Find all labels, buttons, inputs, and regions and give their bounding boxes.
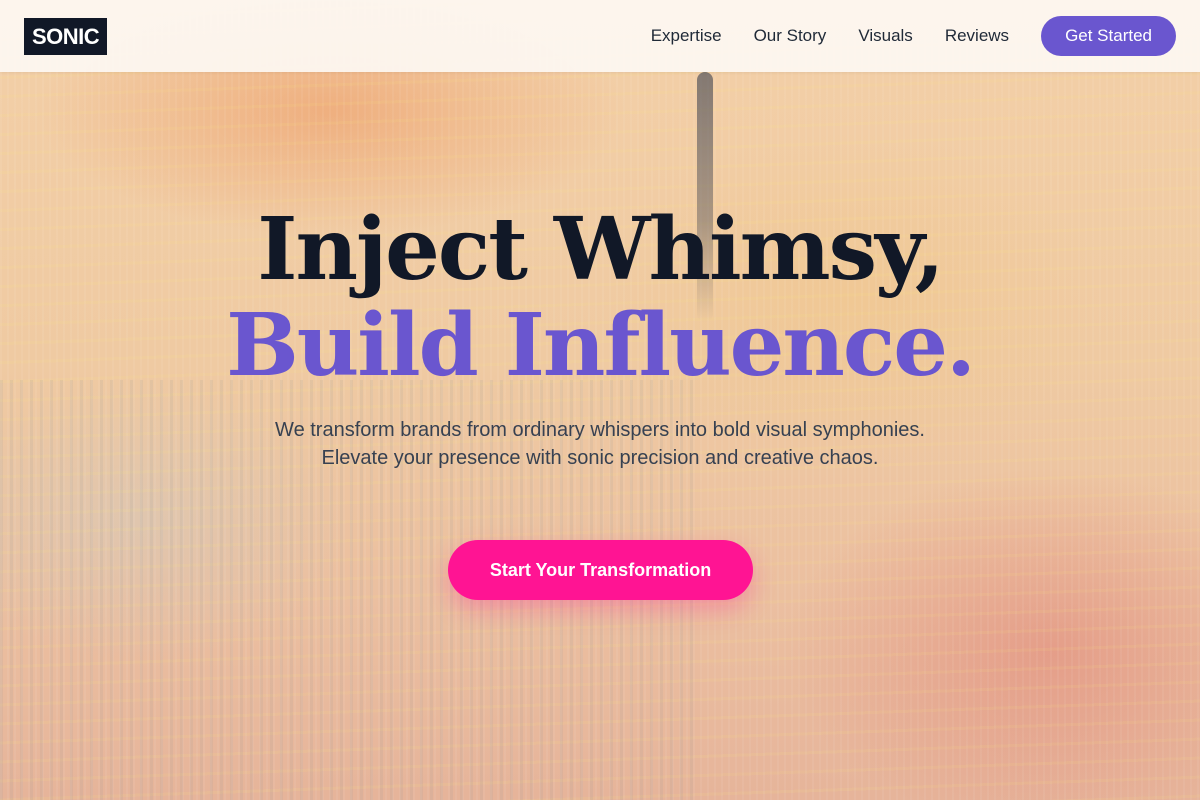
hero-headline-line2: Build Influence. xyxy=(226,295,976,396)
hero-headline-line1: Inject Whimsy, xyxy=(257,199,945,300)
hero-headline: Inject Whimsy, Build Influence. xyxy=(0,202,1200,394)
nav-link-expertise[interactable]: Expertise xyxy=(651,26,722,46)
main-nav: Expertise Our Story Visuals Reviews Get … xyxy=(651,16,1176,56)
start-transformation-button[interactable]: Start Your Transformation xyxy=(448,540,753,600)
nav-link-our-story[interactable]: Our Story xyxy=(754,26,827,46)
nav-link-visuals[interactable]: Visuals xyxy=(858,26,913,46)
logo[interactable]: SONIC xyxy=(24,17,108,55)
nav-link-reviews[interactable]: Reviews xyxy=(945,26,1009,46)
site-header: SONIC Expertise Our Story Visuals Review… xyxy=(0,0,1200,72)
hero-subtitle: We transform brands from ordinary whispe… xyxy=(275,419,925,469)
page: SONIC Expertise Our Story Visuals Review… xyxy=(0,0,1200,800)
hero-section: Inject Whimsy, Build Influence. We trans… xyxy=(0,72,1200,800)
get-started-button[interactable]: Get Started xyxy=(1041,16,1176,56)
